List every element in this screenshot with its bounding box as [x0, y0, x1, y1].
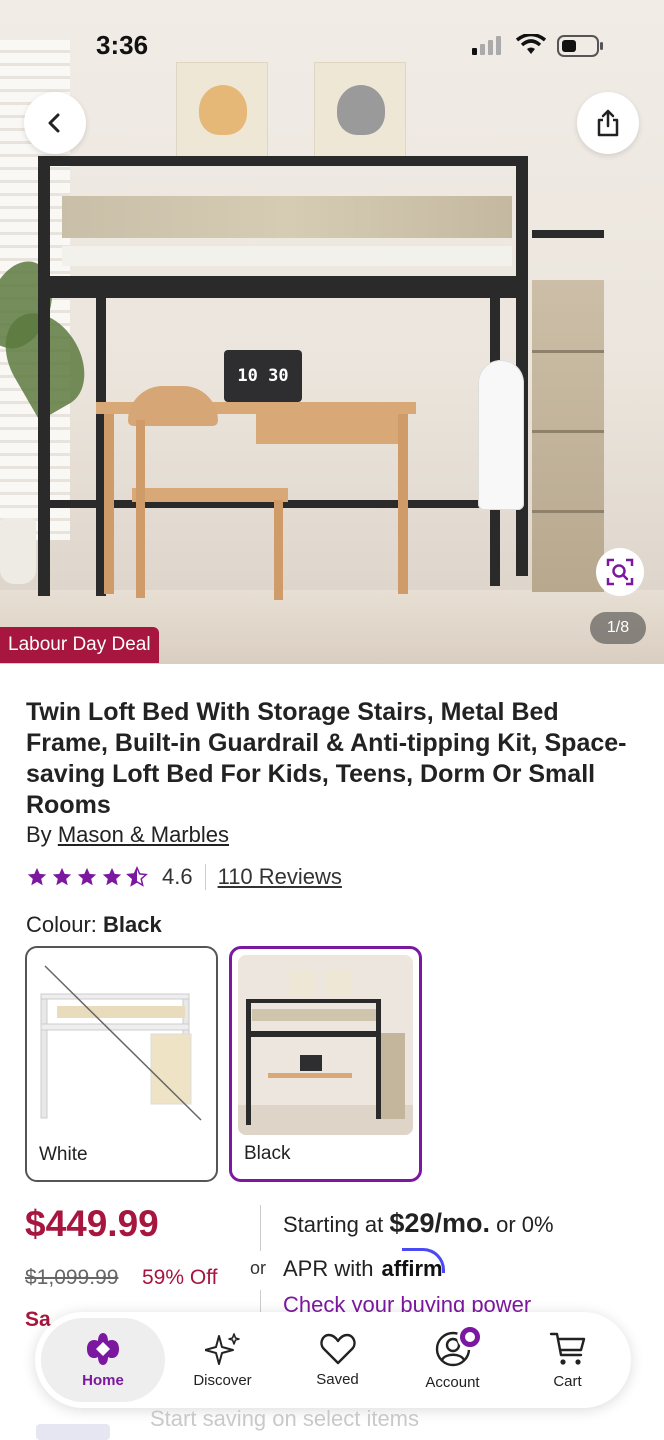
- mattress: [62, 246, 512, 266]
- brand-link[interactable]: Mason & Marbles: [58, 822, 229, 847]
- star-icon: [77, 867, 97, 886]
- home-icon: [87, 1332, 119, 1365]
- guardrail-panel: [62, 196, 512, 238]
- brand-line: By Mason & Marbles: [26, 822, 229, 848]
- by-prefix: By: [26, 822, 52, 847]
- rating-value: 4.6: [162, 864, 193, 889]
- star-icon: [52, 867, 72, 886]
- apr-line: APR with affirm: [283, 1248, 445, 1282]
- financing-line: Starting at $29/mo. or 0%: [283, 1208, 554, 1239]
- apr-with-label: APR with: [283, 1256, 374, 1281]
- or-zero-label: or 0%: [496, 1212, 554, 1237]
- rating-row[interactable]: 4.6 110 Reviews: [26, 862, 342, 892]
- share-icon: [597, 109, 619, 137]
- black-bed-thumbnail: [238, 955, 413, 1135]
- discount-percent: 59% Off: [142, 1266, 218, 1289]
- star-icon: [102, 867, 122, 886]
- wifi-icon: [516, 34, 546, 54]
- guardrail-top: [50, 156, 516, 166]
- share-button[interactable]: [577, 92, 639, 154]
- product-image[interactable]: 10 30: [0, 0, 664, 664]
- colour-selected: Black: [103, 912, 162, 937]
- desk-leg: [104, 414, 114, 594]
- promo-text: Start saving on select items: [150, 1406, 420, 1431]
- visual-search-icon: [606, 558, 634, 586]
- deal-tag: Labour Day Deal: [0, 627, 159, 663]
- nav-cart[interactable]: Cart: [510, 1318, 625, 1402]
- cart-icon: [549, 1332, 585, 1365]
- laptop-clock: 10 30: [224, 350, 302, 402]
- nav-cart-label: Cart: [553, 1372, 582, 1390]
- half-star-icon: [126, 866, 148, 887]
- nav-account-label: Account: [425, 1373, 480, 1391]
- original-price: $1,099.99: [25, 1266, 119, 1289]
- heart-icon: [319, 1333, 356, 1364]
- starting-at-label: Starting at: [283, 1212, 384, 1237]
- back-button[interactable]: [24, 92, 86, 154]
- price-divider-lower: [260, 1290, 261, 1312]
- desk-leg: [398, 414, 408, 594]
- hanging-robe: [478, 360, 524, 510]
- battery-icon: [557, 35, 603, 57]
- colour-swatch-black[interactable]: Black: [229, 946, 422, 1182]
- white-bed-thumbnail: [33, 954, 210, 1134]
- chair-seat: [132, 488, 288, 502]
- storage-stairs: [532, 280, 604, 592]
- bottom-nav: Home Discover Saved Account Cart: [35, 1312, 631, 1408]
- cellular-signal-icon: [472, 36, 501, 55]
- nav-account[interactable]: Account: [395, 1318, 510, 1402]
- monthly-price: $29/mo.: [389, 1208, 490, 1238]
- status-bar: 3:36: [0, 0, 664, 90]
- nav-saved-label: Saved: [316, 1370, 359, 1388]
- desk-drawer: [256, 414, 406, 444]
- chair-leg: [136, 420, 145, 598]
- sparkle-icon: [204, 1332, 240, 1365]
- star-icon: [27, 867, 47, 886]
- nav-discover[interactable]: Discover: [165, 1318, 280, 1402]
- product-title: Twin Loft Bed With Storage Stairs, Metal…: [26, 698, 627, 819]
- bed-rail: [50, 276, 516, 298]
- current-price: $449.99: [25, 1203, 159, 1244]
- image-counter: 1/8: [590, 612, 646, 644]
- status-time: 3:36: [96, 30, 149, 60]
- star-rating: [26, 866, 148, 888]
- bed-post: [38, 156, 50, 596]
- bed-post: [516, 156, 528, 576]
- chevron-left-icon: [48, 113, 60, 133]
- reviews-link[interactable]: 110 Reviews: [218, 864, 342, 890]
- nav-saved[interactable]: Saved: [280, 1318, 395, 1402]
- colour-label: Colour: Black: [26, 912, 162, 938]
- plant-pot: [0, 518, 36, 584]
- nav-home-label: Home: [82, 1371, 124, 1389]
- partial-card: [36, 1424, 110, 1440]
- nav-discover-label: Discover: [193, 1371, 252, 1389]
- swatch-label-white: White: [39, 1144, 88, 1165]
- or-label: or: [250, 1258, 267, 1278]
- swatch-label-black: Black: [244, 1143, 291, 1164]
- colour-swatch-white[interactable]: White: [25, 946, 218, 1182]
- nav-home[interactable]: Home: [41, 1318, 165, 1402]
- chair-leg: [274, 500, 283, 600]
- colour-prefix: Colour:: [26, 912, 97, 937]
- notification-badge: [457, 1324, 483, 1350]
- rating-divider: [204, 864, 206, 890]
- visual-search-button[interactable]: [596, 548, 644, 596]
- affirm-logo: affirm: [381, 1248, 445, 1281]
- swatch-image-black: [238, 955, 413, 1135]
- price-divider: [260, 1205, 261, 1251]
- stair-handrail: [532, 230, 604, 238]
- swatch-image-white: [33, 954, 210, 1134]
